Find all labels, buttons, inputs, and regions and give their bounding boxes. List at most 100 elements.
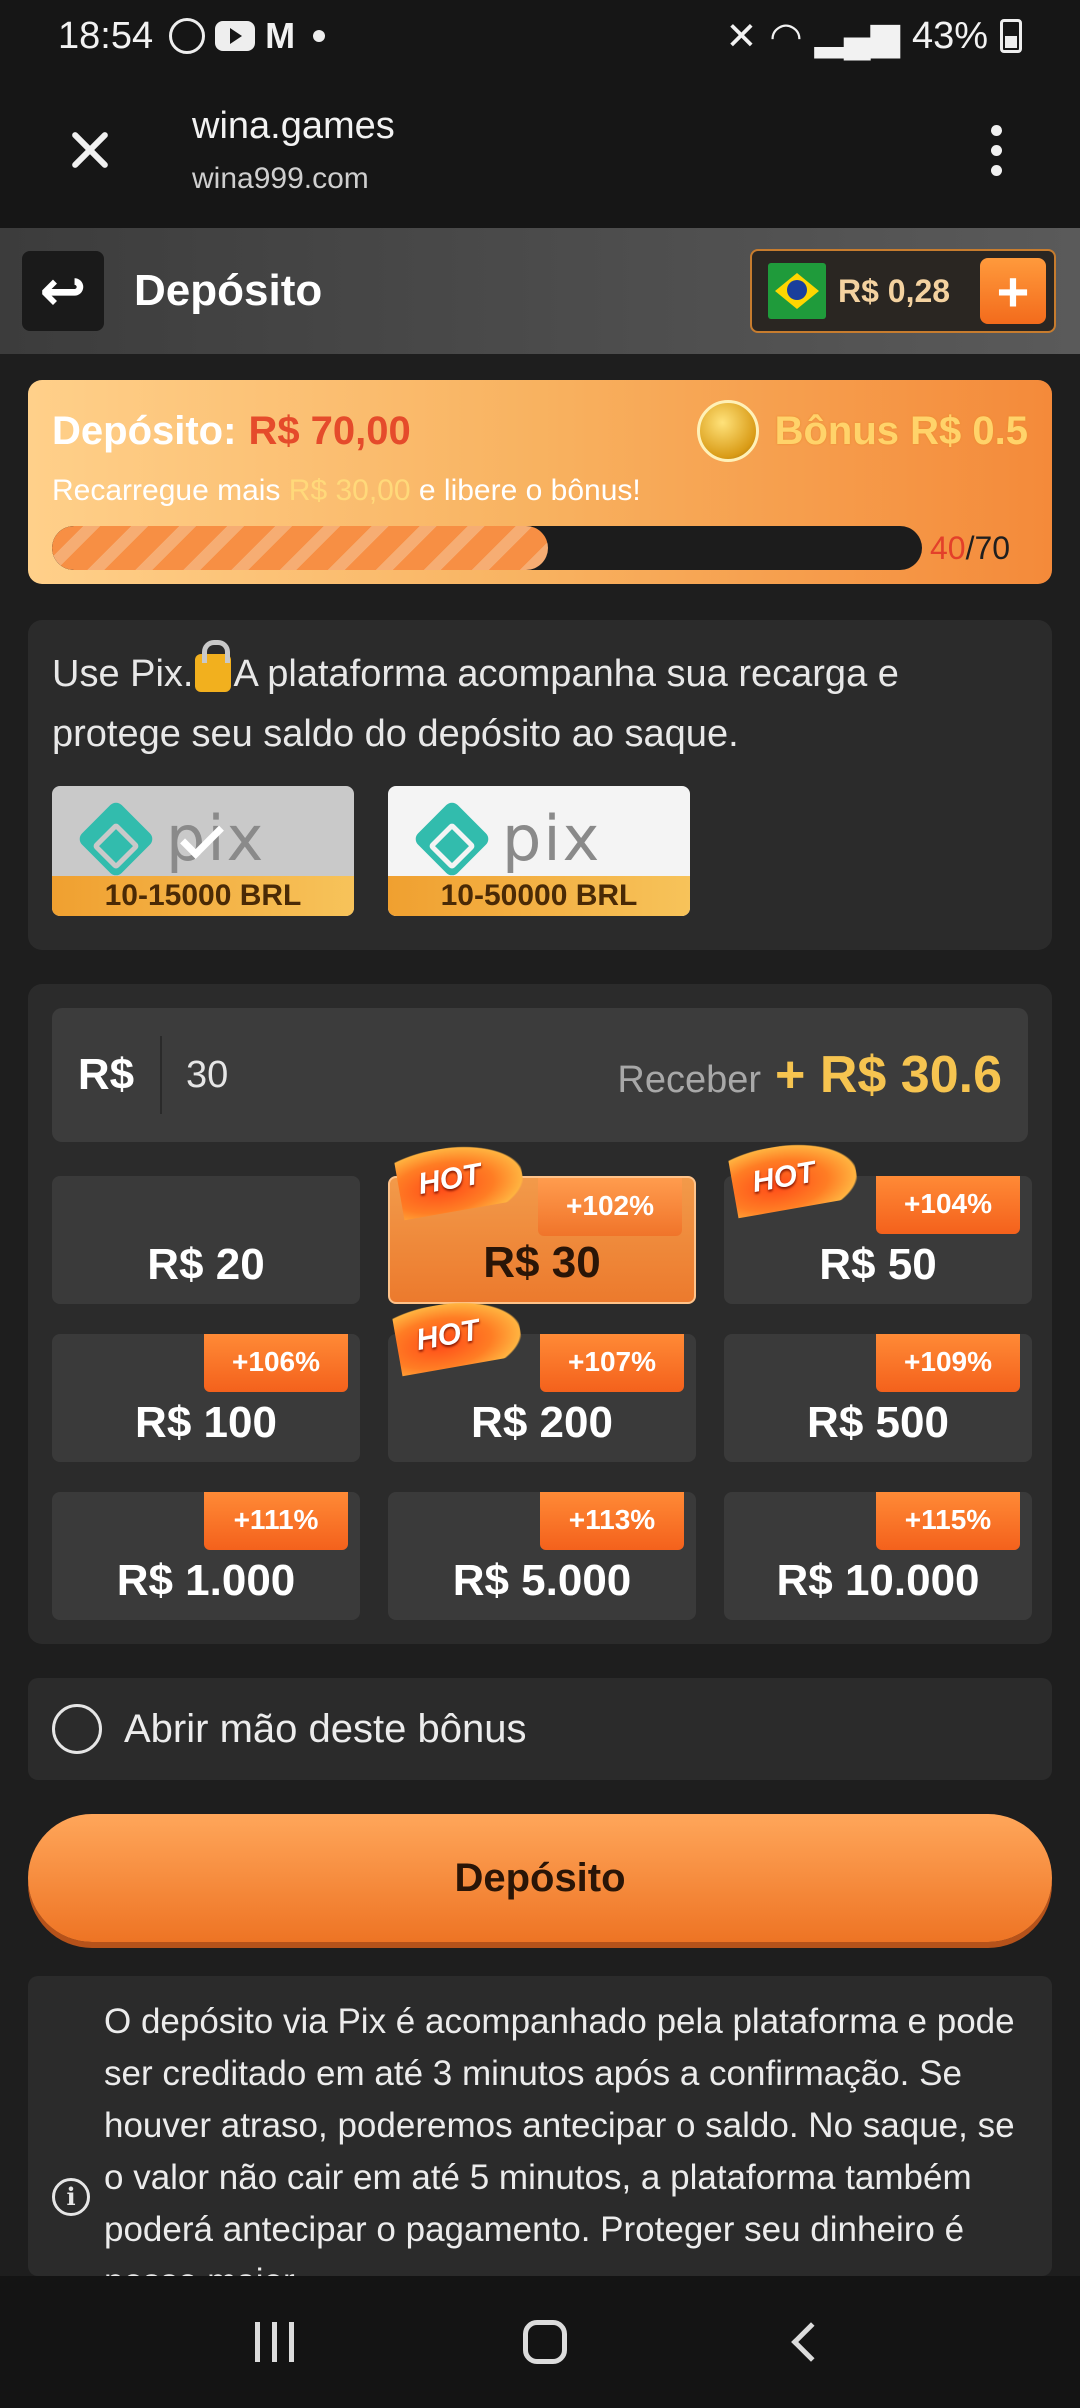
pix-diamond-icon bbox=[76, 798, 156, 879]
amount-option-label: R$ 1.000 bbox=[116, 1556, 296, 1605]
page-title: Depósito bbox=[134, 266, 323, 315]
receive-info: Receber + R$ 30.6 bbox=[617, 1045, 1002, 1105]
recharge-prefix: Recarregue mais bbox=[52, 474, 281, 507]
amount-option-label: R$ 30 bbox=[483, 1238, 601, 1287]
notification-icons: M bbox=[169, 15, 326, 57]
recharge-hint: Recarregue mais R$ 30,00 e libere o bônu… bbox=[52, 474, 1028, 508]
progress-fill bbox=[52, 526, 548, 570]
coins-icon bbox=[696, 400, 759, 462]
pix-description-lead: Use Pix. bbox=[52, 653, 194, 695]
signal-icon: ▂▄▆ bbox=[814, 15, 900, 58]
amount-option[interactable]: +111% R$ 1.000 bbox=[52, 1492, 360, 1620]
receive-label: Receber bbox=[617, 1059, 762, 1101]
amount-option-label: R$ 100 bbox=[135, 1398, 277, 1447]
bonus-percent-badge: +102% bbox=[538, 1178, 682, 1236]
pix-logo: pix bbox=[412, 798, 602, 879]
bonus-percent-badge: +111% bbox=[204, 1492, 348, 1550]
giveup-bonus-option[interactable]: Abrir mão deste bônus bbox=[28, 1678, 1052, 1780]
deposit-button[interactable]: Depósito bbox=[28, 1814, 1052, 1942]
pix-logo-text: pix bbox=[502, 802, 602, 875]
pix-option-1[interactable]: pix 10-15000 BRL bbox=[52, 786, 354, 916]
bonus-percent-badge: +104% bbox=[876, 1176, 1020, 1234]
recent-apps-icon[interactable] bbox=[254, 2322, 294, 2362]
lock-icon bbox=[195, 640, 232, 692]
amount-option[interactable]: HOT +107% R$ 200 bbox=[388, 1291, 696, 1462]
giveup-label: Abrir mão deste bônus bbox=[124, 1706, 527, 1751]
status-time: 18:54 bbox=[58, 14, 154, 57]
wifi-icon: ◠ bbox=[769, 15, 803, 58]
amount-option[interactable]: +109% R$ 500 bbox=[724, 1334, 1032, 1462]
more-notifications-icon bbox=[313, 30, 326, 42]
mute-icon: ✕ bbox=[725, 15, 758, 58]
recharge-amount: R$ 30,00 bbox=[288, 474, 411, 507]
close-icon[interactable] bbox=[60, 120, 120, 180]
back-arrow-icon: ↩ bbox=[39, 259, 87, 322]
currency-prefix: R$ bbox=[52, 1036, 162, 1114]
bonus-amount: Bônus R$ 0.5 bbox=[774, 408, 1028, 453]
pix-option-2[interactable]: pix 10-50000 BRL bbox=[388, 786, 690, 916]
more-options-icon[interactable] bbox=[991, 124, 1002, 176]
amount-option[interactable]: +106% R$ 100 bbox=[52, 1334, 360, 1462]
amount-option-label: R$ 10.000 bbox=[776, 1556, 980, 1605]
amount-option-label: R$ 200 bbox=[471, 1398, 613, 1447]
add-funds-button[interactable]: + bbox=[980, 258, 1046, 324]
youtube-icon bbox=[215, 21, 256, 51]
pix-options: pix 10-15000 BRL pix 10-50000 BRL bbox=[52, 786, 1028, 916]
hot-flame-icon: HOT bbox=[393, 1135, 527, 1221]
pix-range: 10-15000 BRL bbox=[52, 876, 354, 916]
amount-option[interactable]: HOT +104% R$ 50 bbox=[724, 1133, 1032, 1304]
receive-value: + R$ 30.6 bbox=[775, 1046, 1002, 1104]
info-text: O depósito via Pix é acompanhado pela pl… bbox=[104, 2002, 1015, 2276]
pix-range: 10-50000 BRL bbox=[388, 876, 690, 916]
url-block: wina.games wina999.com bbox=[192, 105, 395, 196]
brazil-flag-icon bbox=[768, 263, 826, 319]
amount-option[interactable]: +113% R$ 5.000 bbox=[388, 1492, 696, 1620]
balance-value: R$ 0,28 bbox=[838, 272, 951, 309]
pix-diamond-icon bbox=[412, 798, 492, 879]
site-url: wina999.com bbox=[192, 161, 369, 195]
amount-option-label: R$ 20 bbox=[147, 1240, 265, 1289]
amount-options-grid: R$ 20 HOT +102% R$ 30 HOT +104% R$ 50 +106% R$ 1… bbox=[52, 1133, 1032, 1620]
hot-flame-icon: HOT bbox=[727, 1133, 861, 1219]
hot-flame-icon: HOT bbox=[391, 1291, 525, 1377]
battery-icon bbox=[1000, 19, 1022, 53]
giveup-radio[interactable] bbox=[52, 1704, 102, 1754]
amount-option-label: R$ 5.000 bbox=[452, 1556, 632, 1605]
amount-input[interactable]: R$ 30 Receber + R$ 30.6 bbox=[52, 1008, 1028, 1142]
status-bar: 18:54 M ✕ ◠ ▂▄▆ 43% bbox=[0, 0, 1080, 72]
balance-widget: R$ 0,28 + bbox=[750, 249, 1056, 333]
deposit-amount: R$ 70,00 bbox=[248, 408, 411, 453]
bonus-percent-badge: +109% bbox=[876, 1334, 1020, 1392]
system-nav-bar bbox=[0, 2276, 1080, 2408]
nav-back-icon[interactable] bbox=[791, 2322, 831, 2362]
info-card: i O depósito via Pix é acompanhado pela … bbox=[28, 1976, 1052, 2276]
amount-option-label: R$ 500 bbox=[807, 1398, 949, 1447]
gmail-icon: M bbox=[265, 15, 296, 56]
bonus-percent-badge: +115% bbox=[876, 1492, 1020, 1550]
back-button[interactable]: ↩ bbox=[22, 251, 104, 331]
progress-current: 40 bbox=[930, 529, 966, 566]
pix-description: Use Pix. A plataforma acompanha sua recar… bbox=[52, 640, 1028, 764]
amount-option[interactable]: R$ 20 bbox=[52, 1176, 360, 1304]
site-title: wina.games bbox=[192, 104, 395, 147]
amount-option[interactable]: +115% R$ 10.000 bbox=[724, 1492, 1032, 1620]
recharge-suffix: e libere o bônus! bbox=[418, 474, 641, 507]
amount-value[interactable]: 30 bbox=[186, 1054, 228, 1097]
deposit-progress-bar bbox=[52, 526, 922, 570]
deposit-label: Depósito: bbox=[52, 408, 237, 453]
pix-logo: pix bbox=[76, 798, 265, 879]
home-icon[interactable] bbox=[523, 2320, 568, 2364]
progress-count: 40/70 bbox=[930, 530, 1010, 567]
browser-bar: wina.games wina999.com bbox=[0, 72, 1080, 228]
amount-option-label: R$ 50 bbox=[819, 1240, 937, 1289]
bonus-percent-badge: +113% bbox=[540, 1492, 684, 1550]
progress-total: /70 bbox=[965, 529, 1011, 566]
status-right: ✕ ◠ ▂▄▆ 43% bbox=[726, 14, 1022, 59]
app-header: ↩ Depósito R$ 0,28 + bbox=[0, 228, 1080, 354]
bonus-percent-badge: +107% bbox=[540, 1334, 684, 1392]
amount-option[interactable]: HOT +102% R$ 30 bbox=[388, 1135, 696, 1304]
whatsapp-icon bbox=[169, 18, 206, 54]
info-icon: i bbox=[52, 2178, 90, 2216]
bonus-progress-card: Depósito: R$ 70,00 Bônus R$ 0.5 Recarreg… bbox=[28, 380, 1052, 584]
battery-percent: 43% bbox=[911, 14, 988, 57]
